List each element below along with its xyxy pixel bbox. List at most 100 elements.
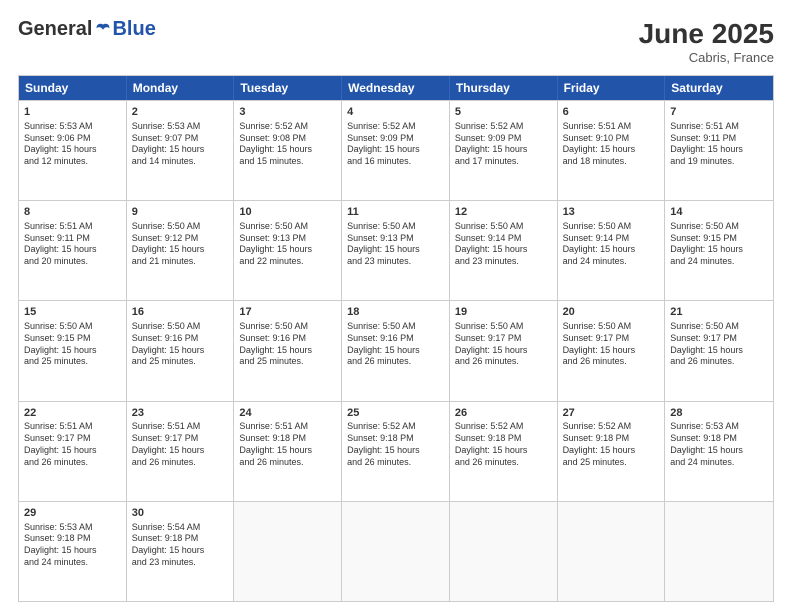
cell-info: Sunrise: 5:53 AMSunset: 9:07 PMDaylight:… [132, 121, 229, 168]
calendar-week-5: 29Sunrise: 5:53 AMSunset: 9:18 PMDayligh… [19, 501, 773, 601]
cell-info: Sunrise: 5:51 AMSunset: 9:17 PMDaylight:… [24, 421, 121, 468]
calendar-cell: 27Sunrise: 5:52 AMSunset: 9:18 PMDayligh… [558, 402, 666, 501]
calendar-cell: 15Sunrise: 5:50 AMSunset: 9:15 PMDayligh… [19, 301, 127, 400]
calendar-cell [450, 502, 558, 601]
day-number: 8 [24, 205, 121, 220]
logo: General Blue [18, 18, 156, 41]
cell-info: Sunrise: 5:50 AMSunset: 9:17 PMDaylight:… [563, 321, 660, 368]
calendar-cell: 9Sunrise: 5:50 AMSunset: 9:12 PMDaylight… [127, 201, 235, 300]
day-number: 17 [239, 305, 336, 320]
cell-info: Sunrise: 5:50 AMSunset: 9:15 PMDaylight:… [670, 221, 768, 268]
header-monday: Monday [127, 76, 235, 100]
day-number: 2 [132, 105, 229, 120]
day-number: 5 [455, 105, 552, 120]
day-number: 10 [239, 205, 336, 220]
calendar-cell [665, 502, 773, 601]
day-number: 13 [563, 205, 660, 220]
cell-info: Sunrise: 5:50 AMSunset: 9:17 PMDaylight:… [455, 321, 552, 368]
day-number: 15 [24, 305, 121, 320]
day-number: 14 [670, 205, 768, 220]
calendar-week-2: 8Sunrise: 5:51 AMSunset: 9:11 PMDaylight… [19, 200, 773, 300]
logo-bird-icon [94, 21, 112, 39]
calendar-cell: 25Sunrise: 5:52 AMSunset: 9:18 PMDayligh… [342, 402, 450, 501]
cell-info: Sunrise: 5:50 AMSunset: 9:15 PMDaylight:… [24, 321, 121, 368]
day-number: 20 [563, 305, 660, 320]
day-number: 9 [132, 205, 229, 220]
page: General Blue June 2025 Cabris, France Su… [0, 0, 792, 612]
calendar-cell [558, 502, 666, 601]
cell-info: Sunrise: 5:50 AMSunset: 9:13 PMDaylight:… [239, 221, 336, 268]
calendar-cell: 8Sunrise: 5:51 AMSunset: 9:11 PMDaylight… [19, 201, 127, 300]
header-saturday: Saturday [665, 76, 773, 100]
logo-general-text: General [18, 18, 92, 41]
calendar-cell: 19Sunrise: 5:50 AMSunset: 9:17 PMDayligh… [450, 301, 558, 400]
header-sunday: Sunday [19, 76, 127, 100]
calendar-cell: 14Sunrise: 5:50 AMSunset: 9:15 PMDayligh… [665, 201, 773, 300]
day-number: 4 [347, 105, 444, 120]
calendar-cell: 16Sunrise: 5:50 AMSunset: 9:16 PMDayligh… [127, 301, 235, 400]
cell-info: Sunrise: 5:52 AMSunset: 9:08 PMDaylight:… [239, 121, 336, 168]
day-number: 21 [670, 305, 768, 320]
header-tuesday: Tuesday [234, 76, 342, 100]
day-number: 7 [670, 105, 768, 120]
cell-info: Sunrise: 5:51 AMSunset: 9:18 PMDaylight:… [239, 421, 336, 468]
calendar-cell: 23Sunrise: 5:51 AMSunset: 9:17 PMDayligh… [127, 402, 235, 501]
cell-info: Sunrise: 5:52 AMSunset: 9:09 PMDaylight:… [347, 121, 444, 168]
calendar-cell: 12Sunrise: 5:50 AMSunset: 9:14 PMDayligh… [450, 201, 558, 300]
day-number: 25 [347, 406, 444, 421]
cell-info: Sunrise: 5:50 AMSunset: 9:14 PMDaylight:… [455, 221, 552, 268]
calendar-week-1: 1Sunrise: 5:53 AMSunset: 9:06 PMDaylight… [19, 100, 773, 200]
calendar-cell: 24Sunrise: 5:51 AMSunset: 9:18 PMDayligh… [234, 402, 342, 501]
calendar-cell: 28Sunrise: 5:53 AMSunset: 9:18 PMDayligh… [665, 402, 773, 501]
day-number: 22 [24, 406, 121, 421]
calendar-week-3: 15Sunrise: 5:50 AMSunset: 9:15 PMDayligh… [19, 300, 773, 400]
calendar-cell: 3Sunrise: 5:52 AMSunset: 9:08 PMDaylight… [234, 101, 342, 200]
cell-info: Sunrise: 5:52 AMSunset: 9:18 PMDaylight:… [347, 421, 444, 468]
calendar-cell: 4Sunrise: 5:52 AMSunset: 9:09 PMDaylight… [342, 101, 450, 200]
header-wednesday: Wednesday [342, 76, 450, 100]
cell-info: Sunrise: 5:51 AMSunset: 9:10 PMDaylight:… [563, 121, 660, 168]
day-number: 18 [347, 305, 444, 320]
calendar-cell: 17Sunrise: 5:50 AMSunset: 9:16 PMDayligh… [234, 301, 342, 400]
day-number: 6 [563, 105, 660, 120]
calendar-cell [342, 502, 450, 601]
day-number: 30 [132, 506, 229, 521]
cell-info: Sunrise: 5:51 AMSunset: 9:17 PMDaylight:… [132, 421, 229, 468]
cell-info: Sunrise: 5:50 AMSunset: 9:16 PMDaylight:… [239, 321, 336, 368]
calendar-cell: 26Sunrise: 5:52 AMSunset: 9:18 PMDayligh… [450, 402, 558, 501]
day-number: 26 [455, 406, 552, 421]
calendar-cell: 18Sunrise: 5:50 AMSunset: 9:16 PMDayligh… [342, 301, 450, 400]
location: Cabris, France [639, 50, 774, 65]
cell-info: Sunrise: 5:50 AMSunset: 9:16 PMDaylight:… [347, 321, 444, 368]
day-number: 11 [347, 205, 444, 220]
cell-info: Sunrise: 5:51 AMSunset: 9:11 PMDaylight:… [24, 221, 121, 268]
header: General Blue June 2025 Cabris, France [18, 18, 774, 65]
calendar-cell: 5Sunrise: 5:52 AMSunset: 9:09 PMDaylight… [450, 101, 558, 200]
calendar-cell: 21Sunrise: 5:50 AMSunset: 9:17 PMDayligh… [665, 301, 773, 400]
header-friday: Friday [558, 76, 666, 100]
day-number: 23 [132, 406, 229, 421]
calendar-header-row: Sunday Monday Tuesday Wednesday Thursday… [19, 76, 773, 100]
calendar-cell: 11Sunrise: 5:50 AMSunset: 9:13 PMDayligh… [342, 201, 450, 300]
header-right: June 2025 Cabris, France [639, 18, 774, 65]
calendar-cell: 29Sunrise: 5:53 AMSunset: 9:18 PMDayligh… [19, 502, 127, 601]
day-number: 3 [239, 105, 336, 120]
header-thursday: Thursday [450, 76, 558, 100]
day-number: 19 [455, 305, 552, 320]
day-number: 24 [239, 406, 336, 421]
day-number: 1 [24, 105, 121, 120]
logo-blue-text: Blue [112, 18, 155, 41]
cell-info: Sunrise: 5:50 AMSunset: 9:13 PMDaylight:… [347, 221, 444, 268]
cell-info: Sunrise: 5:50 AMSunset: 9:14 PMDaylight:… [563, 221, 660, 268]
calendar-body: 1Sunrise: 5:53 AMSunset: 9:06 PMDaylight… [19, 100, 773, 601]
cell-info: Sunrise: 5:53 AMSunset: 9:18 PMDaylight:… [670, 421, 768, 468]
cell-info: Sunrise: 5:50 AMSunset: 9:17 PMDaylight:… [670, 321, 768, 368]
calendar: Sunday Monday Tuesday Wednesday Thursday… [18, 75, 774, 602]
calendar-cell: 20Sunrise: 5:50 AMSunset: 9:17 PMDayligh… [558, 301, 666, 400]
day-number: 27 [563, 406, 660, 421]
cell-info: Sunrise: 5:51 AMSunset: 9:11 PMDaylight:… [670, 121, 768, 168]
cell-info: Sunrise: 5:52 AMSunset: 9:18 PMDaylight:… [563, 421, 660, 468]
month-title: June 2025 [639, 18, 774, 50]
cell-info: Sunrise: 5:50 AMSunset: 9:16 PMDaylight:… [132, 321, 229, 368]
calendar-cell: 30Sunrise: 5:54 AMSunset: 9:18 PMDayligh… [127, 502, 235, 601]
